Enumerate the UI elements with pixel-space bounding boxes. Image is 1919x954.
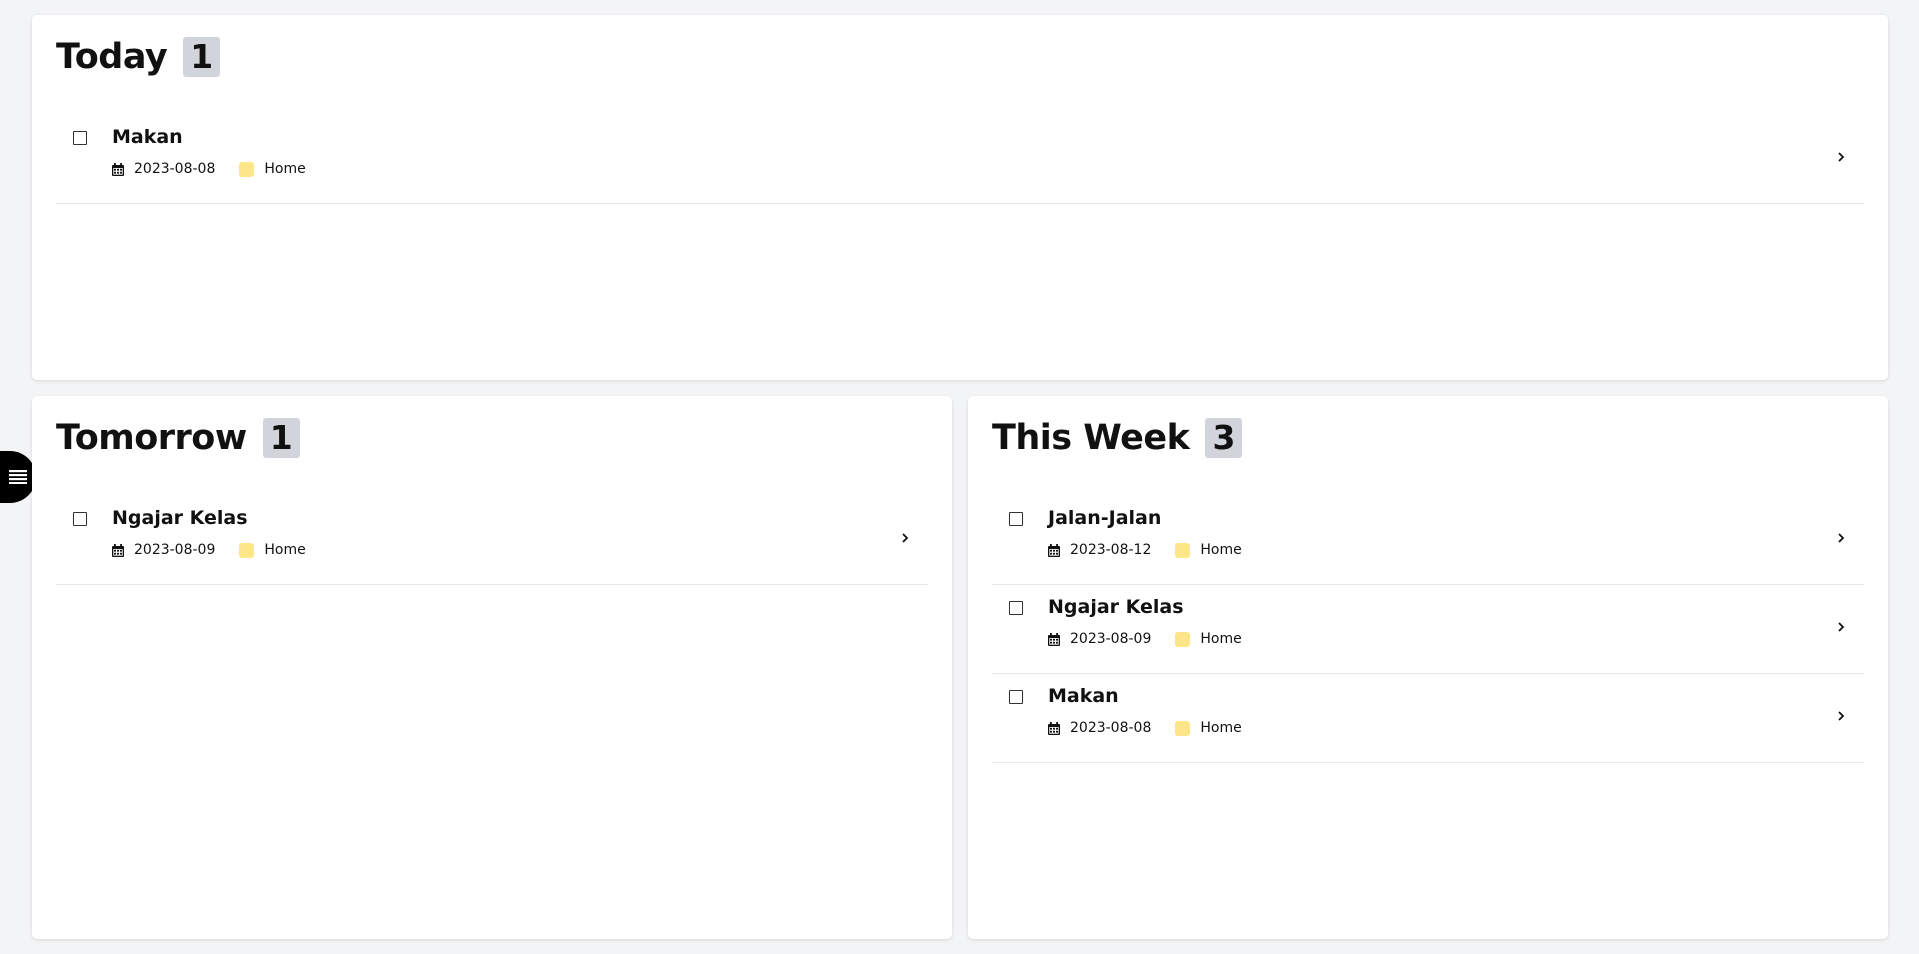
tag-color-swatch xyxy=(1175,720,1191,736)
task-date: 2023-08-08 xyxy=(1070,720,1152,736)
calendar-icon xyxy=(112,543,124,557)
chevron-right-icon[interactable] xyxy=(1836,532,1846,544)
task-item[interactable]: Makan 2023-08-08 Home xyxy=(992,674,1864,763)
task-tag: Home xyxy=(264,542,306,558)
task-date: 2023-08-09 xyxy=(134,542,216,558)
this-week-header: This Week 3 xyxy=(992,418,1243,458)
sidebar-toggle-button[interactable] xyxy=(0,451,36,503)
tag-color-swatch xyxy=(1175,542,1191,558)
tomorrow-task-list: Ngajar Kelas 2023-08-09 Home xyxy=(56,496,928,585)
task-title: Ngajar Kelas xyxy=(112,507,248,529)
chevron-right-icon[interactable] xyxy=(1836,621,1846,633)
task-checkbox[interactable] xyxy=(1009,690,1023,704)
calendar-icon xyxy=(1048,721,1060,735)
calendar-icon xyxy=(1048,543,1060,557)
task-item[interactable]: Ngajar Kelas 2023-08-09 Home xyxy=(56,496,928,585)
task-tag: Home xyxy=(1200,720,1242,736)
task-title: Makan xyxy=(112,126,183,148)
task-date: 2023-08-09 xyxy=(1070,631,1152,647)
tomorrow-panel: Tomorrow 1 Ngajar Kelas 2023-08-09 Home xyxy=(32,396,952,939)
this-week-count-badge: 3 xyxy=(1205,418,1243,458)
today-panel: Today 1 Makan 2023-08-08 Home xyxy=(32,15,1888,380)
task-meta: 2023-08-12 Home xyxy=(1048,541,1242,559)
today-header: Today 1 xyxy=(56,37,221,77)
task-tag: Home xyxy=(264,161,306,177)
task-meta: 2023-08-08 Home xyxy=(1048,719,1242,737)
this-week-task-list: Jalan-Jalan 2023-08-12 Home Ngajar Kelas… xyxy=(992,496,1864,763)
today-count-badge: 1 xyxy=(183,37,221,77)
menu-icon xyxy=(9,470,27,484)
chevron-right-icon[interactable] xyxy=(900,532,910,544)
calendar-icon xyxy=(1048,632,1060,646)
chevron-right-icon[interactable] xyxy=(1836,151,1846,163)
task-date: 2023-08-12 xyxy=(1070,542,1152,558)
task-checkbox[interactable] xyxy=(1009,512,1023,526)
today-title: Today xyxy=(56,37,168,77)
task-tag: Home xyxy=(1200,542,1242,558)
task-checkbox[interactable] xyxy=(73,131,87,145)
task-date: 2023-08-08 xyxy=(134,161,216,177)
task-item[interactable]: Jalan-Jalan 2023-08-12 Home xyxy=(992,496,1864,585)
tag-color-swatch xyxy=(1175,631,1191,647)
today-task-list: Makan 2023-08-08 Home xyxy=(56,115,1864,204)
tomorrow-count-badge: 1 xyxy=(262,418,300,458)
task-item[interactable]: Makan 2023-08-08 Home xyxy=(56,115,1864,204)
task-checkbox[interactable] xyxy=(1009,601,1023,615)
this-week-title: This Week xyxy=(992,418,1190,458)
chevron-right-icon[interactable] xyxy=(1836,710,1846,722)
task-meta: 2023-08-08 Home xyxy=(112,160,306,178)
this-week-panel: This Week 3 Jalan-Jalan 2023-08-12 Home xyxy=(968,396,1888,939)
task-title: Ngajar Kelas xyxy=(1048,596,1184,618)
task-tag: Home xyxy=(1200,631,1242,647)
tomorrow-title: Tomorrow xyxy=(56,418,247,458)
task-title: Jalan-Jalan xyxy=(1048,507,1162,529)
task-meta: 2023-08-09 Home xyxy=(1048,630,1242,648)
calendar-icon xyxy=(112,162,124,176)
tomorrow-header: Tomorrow 1 xyxy=(56,418,300,458)
task-meta: 2023-08-09 Home xyxy=(112,541,306,559)
task-title: Makan xyxy=(1048,685,1119,707)
tag-color-swatch xyxy=(239,542,255,558)
task-item[interactable]: Ngajar Kelas 2023-08-09 Home xyxy=(992,585,1864,674)
task-checkbox[interactable] xyxy=(73,512,87,526)
tag-color-swatch xyxy=(239,161,255,177)
